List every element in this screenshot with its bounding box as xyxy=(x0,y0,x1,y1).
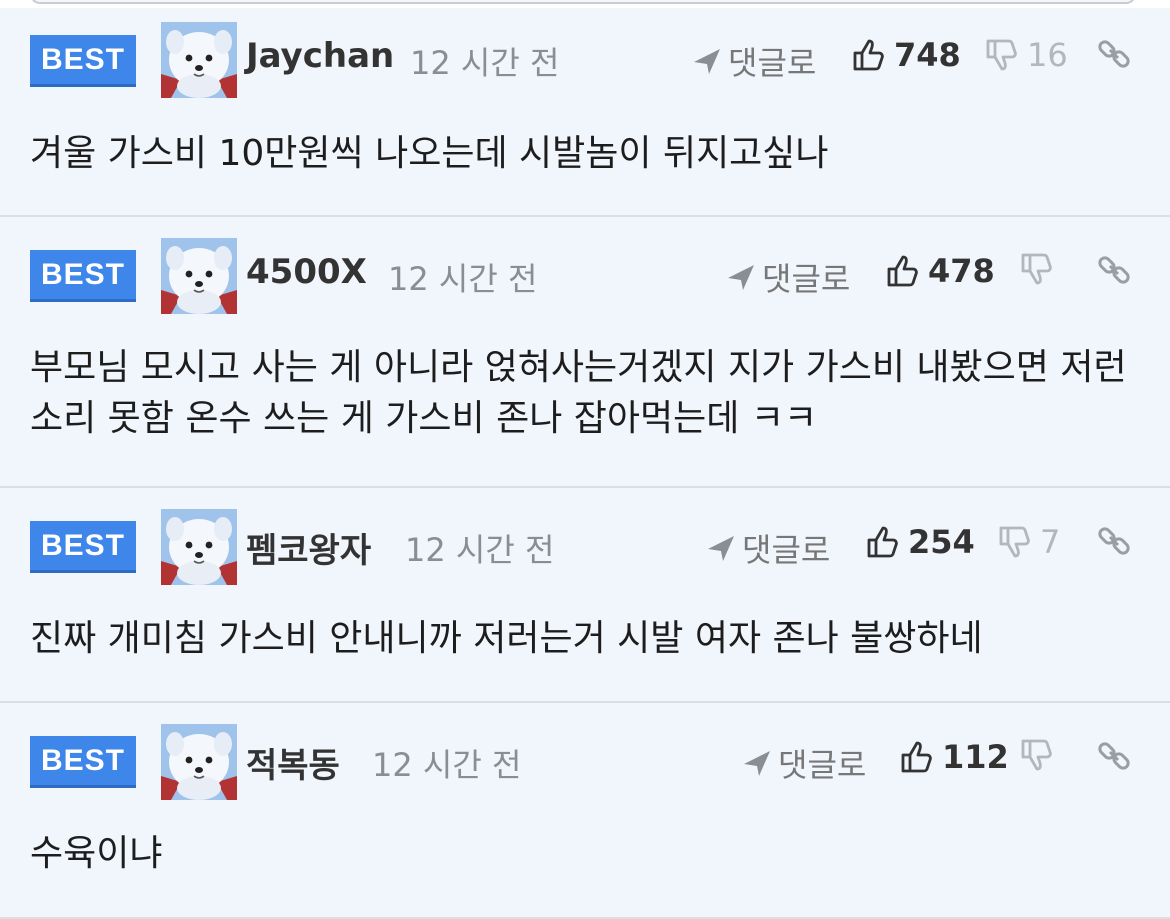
dislike-count: 7 xyxy=(1040,523,1061,561)
arrow-icon xyxy=(726,262,756,292)
like-button[interactable]: 478 xyxy=(886,252,995,290)
dislike-count: 16 xyxy=(1027,36,1068,74)
avatar[interactable] xyxy=(161,509,237,585)
thumbs-up-icon xyxy=(900,740,934,774)
like-count: 748 xyxy=(894,36,961,74)
like-count: 478 xyxy=(928,252,995,290)
dislike-button[interactable] xyxy=(1020,252,1062,286)
comment-text: 수육이냐 xyxy=(30,833,163,874)
top-frame-edge xyxy=(30,0,1136,4)
comment-card: BEST 펨코왕자 12 시간 전 댓글로 254 7 진짜 개미침 가스비 안… xyxy=(0,488,1170,703)
arrow-icon xyxy=(692,46,722,76)
arrow-icon xyxy=(742,748,772,778)
like-count: 112 xyxy=(942,738,1009,776)
avatar[interactable] xyxy=(161,22,237,98)
comment-card: BEST Jaychan 12 시간 전 댓글로 748 16 겨울 가스비 1… xyxy=(0,8,1170,217)
timestamp: 12 시간 전 xyxy=(372,746,522,784)
best-badge: BEST xyxy=(30,35,136,87)
reply-label: 댓글로 xyxy=(742,531,831,569)
comment-text: 진짜 개미침 가스비 안내니까 저러는거 시발 여자 존나 불쌍하네 xyxy=(30,618,983,659)
like-button[interactable]: 254 xyxy=(866,523,975,561)
timestamp: 12 시간 전 xyxy=(388,260,538,298)
author-name[interactable]: Jaychan xyxy=(246,36,394,76)
thumbs-up-icon xyxy=(866,525,900,559)
reply-button[interactable]: 댓글로 xyxy=(706,525,830,571)
author-name[interactable]: 펨코왕자 xyxy=(246,523,371,572)
best-badge: BEST xyxy=(30,250,136,302)
arrow-icon xyxy=(706,533,736,563)
like-count: 254 xyxy=(908,523,975,561)
like-button[interactable]: 112 xyxy=(900,738,1009,776)
link-icon[interactable] xyxy=(1096,738,1132,774)
thumbs-down-icon xyxy=(985,38,1019,72)
comment-card: BEST 적복동 12 시간 전 댓글로 112 수육이냐 xyxy=(0,703,1170,919)
best-badge: BEST xyxy=(30,736,136,788)
dislike-button[interactable]: 16 xyxy=(985,36,1068,74)
best-badge: BEST xyxy=(30,521,136,573)
dislike-button[interactable]: 7 xyxy=(998,523,1060,561)
reply-label: 댓글로 xyxy=(778,746,867,784)
reply-label: 댓글로 xyxy=(762,260,851,298)
thumbs-up-icon xyxy=(886,254,920,288)
thumbs-down-icon xyxy=(998,525,1032,559)
author-name[interactable]: 적복동 xyxy=(246,738,340,787)
reply-button[interactable]: 댓글로 xyxy=(726,254,850,300)
avatar[interactable] xyxy=(161,238,237,314)
thumbs-up-icon xyxy=(852,38,886,72)
author-name[interactable]: 4500X xyxy=(246,252,367,292)
reply-button[interactable]: 댓글로 xyxy=(692,38,816,84)
timestamp: 12 시간 전 xyxy=(410,44,560,82)
thumbs-down-icon xyxy=(1020,252,1054,286)
dislike-button[interactable] xyxy=(1020,738,1062,772)
comment-text: 부모님 모시고 사는 게 아니라 얹혀사는거겠지 지가 가스비 내봤으면 저런 … xyxy=(30,347,1127,439)
like-button[interactable]: 748 xyxy=(852,36,961,74)
timestamp: 12 시간 전 xyxy=(405,531,555,569)
link-icon[interactable] xyxy=(1096,36,1132,72)
thumbs-down-icon xyxy=(1020,738,1054,772)
reply-button[interactable]: 댓글로 xyxy=(742,740,866,786)
comment-text: 겨울 가스비 10만원씩 나오는데 시발놈이 뒤지고싶나 xyxy=(30,133,829,174)
comment-card: BEST 4500X 12 시간 전 댓글로 478 부모님 모시고 사는 게 … xyxy=(0,217,1170,488)
reply-label: 댓글로 xyxy=(728,44,817,82)
link-icon[interactable] xyxy=(1096,252,1132,288)
link-icon[interactable] xyxy=(1096,523,1132,559)
avatar[interactable] xyxy=(161,724,237,800)
